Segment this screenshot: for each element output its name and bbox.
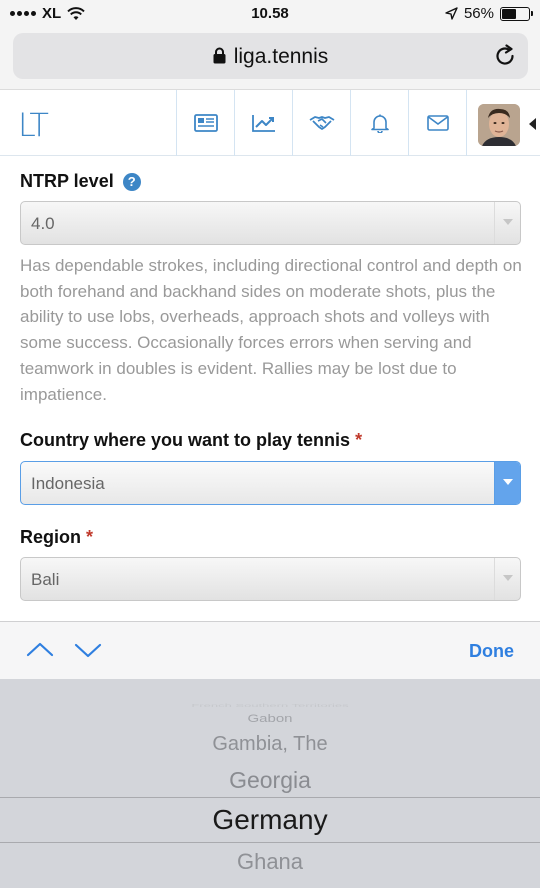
country-picker-wheel[interactable]: French Southern Territories Gabon Gambia… — [0, 679, 540, 888]
user-avatar-icon — [478, 104, 520, 146]
next-field-icon[interactable] — [73, 638, 103, 662]
picker-option[interactable]: Georgia — [0, 767, 540, 794]
messages-nav[interactable] — [408, 90, 466, 156]
chevron-down-icon — [494, 202, 520, 244]
country-select[interactable]: Indonesia — [20, 461, 521, 505]
handshake-icon — [309, 116, 334, 130]
url-text: liga.tennis — [233, 45, 329, 68]
reload-icon[interactable] — [492, 43, 518, 69]
picker-option-selected[interactable]: Germany — [0, 804, 540, 836]
country-label: Country where you want to play tennis * — [20, 430, 362, 451]
status-bar: XL 10.58 56% — [0, 0, 540, 28]
help-icon[interactable]: ? — [122, 173, 141, 191]
required-mark: * — [355, 430, 363, 450]
notifications-nav[interactable] — [350, 90, 408, 156]
chevron-down-icon — [494, 558, 520, 600]
region-label: Region * — [20, 527, 93, 548]
menu-caret-icon[interactable] — [529, 118, 536, 130]
site-header: LT — [0, 90, 540, 156]
address-bar[interactable]: liga.tennis — [13, 33, 528, 79]
selection-line-bottom — [0, 842, 540, 843]
stats-nav[interactable] — [234, 90, 292, 156]
browser-toolbar: liga.tennis — [0, 28, 540, 90]
previous-field-icon[interactable] — [25, 638, 55, 662]
chevron-down-icon — [494, 462, 520, 504]
lock-icon — [213, 47, 226, 64]
picker-toolbar: Done — [0, 621, 540, 679]
country-label-text: Country where you want to play tennis — [20, 430, 351, 450]
picker-option[interactable]: French Southern Territories — [0, 703, 540, 708]
region-select-value: Bali — [31, 570, 60, 589]
matches-nav[interactable] — [292, 90, 350, 156]
region-select[interactable]: Bali — [20, 557, 521, 601]
country-select-value: Indonesia — [31, 474, 105, 493]
picker-option[interactable]: Ghana — [0, 849, 540, 875]
done-button[interactable]: Done — [469, 641, 514, 662]
news-icon — [193, 114, 218, 132]
battery-icon — [500, 6, 533, 21]
chart-icon — [251, 115, 275, 132]
ntrp-description: Has dependable strokes, including direct… — [20, 256, 522, 404]
bell-icon — [370, 114, 389, 133]
address-display[interactable]: liga.tennis — [13, 45, 528, 69]
nav-divider — [466, 90, 468, 156]
selection-line-top — [0, 797, 540, 798]
news-nav[interactable] — [176, 90, 234, 156]
battery-fill — [502, 8, 516, 19]
status-right: 56% — [445, 5, 533, 22]
required-mark: * — [86, 527, 94, 547]
site-logo[interactable]: LT — [18, 106, 49, 144]
picker-option[interactable]: Gabon — [0, 712, 540, 725]
battery-percent: 56% — [463, 5, 494, 22]
ntrp-select[interactable]: 4.0 — [20, 201, 521, 245]
location-arrow-icon — [445, 7, 458, 20]
mail-icon — [426, 115, 449, 131]
ntrp-label-text: NTRP level — [20, 171, 114, 191]
avatar[interactable] — [478, 104, 520, 146]
picker-option[interactable]: Gambia, The — [0, 733, 540, 756]
region-label-text: Region — [20, 527, 81, 547]
ntrp-label: NTRP level ? — [20, 171, 141, 192]
ntrp-select-value: 4.0 — [31, 214, 55, 233]
